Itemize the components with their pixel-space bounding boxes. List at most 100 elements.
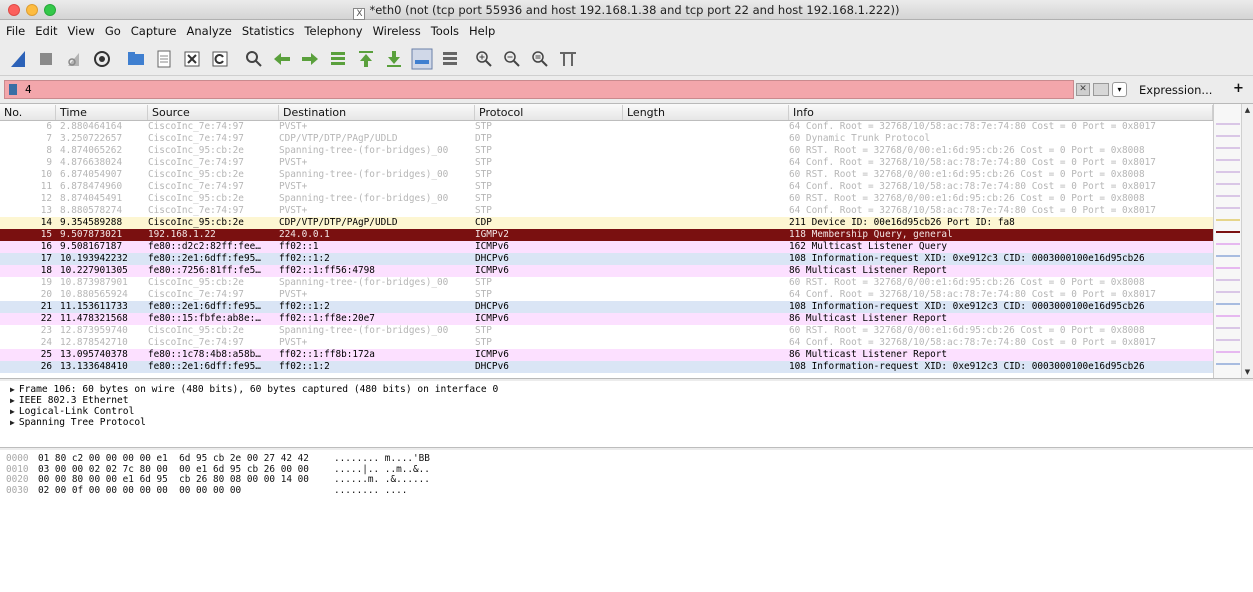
menu-help[interactable]: Help: [469, 24, 495, 38]
minimap-mark: [1216, 183, 1240, 185]
add-filter-button[interactable]: +: [1233, 81, 1244, 96]
packet-cell-no: 15: [40, 229, 52, 240]
column-header-length[interactable]: Length: [623, 105, 789, 120]
shark-fin-start-icon[interactable]: [6, 47, 30, 71]
packet-cell-dst: Spanning-tree-(for-bridges)_00: [279, 193, 449, 204]
back-arrow-icon[interactable]: [270, 47, 294, 71]
apply-filter-icon[interactable]: [1093, 83, 1109, 96]
menu-telephony[interactable]: Telephony: [304, 24, 362, 38]
minimap-mark: [1216, 303, 1240, 305]
packet-cell-proto: STP: [475, 157, 492, 168]
hex-dump-line[interactable]: 0020 00 00 80 00 00 e1 6d 95 cb 26 80 08 …: [6, 474, 1253, 486]
packet-minimap[interactable]: [1213, 104, 1241, 378]
menu-statistics[interactable]: Statistics: [242, 24, 295, 38]
restart-fin-icon[interactable]: [62, 47, 86, 71]
reload-icon[interactable]: [208, 47, 232, 71]
packet-row[interactable]: 26 13.133648410 fe80::2e1:6dff:fe95… ff02::…: [0, 361, 1213, 373]
detail-tree-item[interactable]: ▶ Spanning Tree Protocol: [10, 417, 1253, 428]
column-header-time[interactable]: Time: [56, 105, 148, 120]
go-to-packet-icon[interactable]: [326, 47, 350, 71]
menu-go[interactable]: Go: [105, 24, 121, 38]
auto-scroll-icon[interactable]: [410, 47, 434, 71]
stop-square-icon[interactable]: [34, 47, 58, 71]
last-packet-icon[interactable]: [382, 47, 406, 71]
capture-options-icon[interactable]: [90, 47, 114, 71]
expression-button[interactable]: Expression...: [1139, 83, 1212, 97]
normal-size-icon[interactable]: [528, 47, 552, 71]
detail-tree-item[interactable]: ▶ IEEE 802.3 Ethernet: [10, 395, 1253, 406]
packet-cell-dst: PVST+: [279, 181, 308, 192]
column-header-no[interactable]: No.: [0, 105, 56, 120]
packet-row[interactable]: 21 11.153611733 fe80::2e1:6dff:fe95… ff02::…: [0, 301, 1213, 313]
packet-cell-no: 18: [40, 265, 52, 276]
scroll-up-arrow-icon[interactable]: ▲: [1242, 104, 1253, 116]
detail-text: Logical-Link Control: [18, 406, 135, 417]
packet-row[interactable]: 19 10.873987901 CiscoInc_95:cb:2e Spanning-…: [0, 277, 1213, 289]
packet-cell-src: CiscoInc_95:cb:2e: [148, 145, 244, 156]
packet-row[interactable]: 24 12.878542710 CiscoInc_7e:74:97 PVST+ STP 6…: [0, 337, 1213, 349]
close-file-icon[interactable]: [180, 47, 204, 71]
menu-analyze[interactable]: Analyze: [187, 24, 232, 38]
menu-file[interactable]: File: [6, 24, 25, 38]
packet-row[interactable]: 25 13.095740378 fe80::1c78:4b8:a58b… ff02::…: [0, 349, 1213, 361]
packet-row[interactable]: 12 8.874045491 CiscoInc_95:cb:2e Spanning-t…: [0, 193, 1213, 205]
packet-row[interactable]: 8 4.874065262 CiscoInc_95:cb:2e Spanning-tr…: [0, 145, 1213, 157]
display-filter-input[interactable]: 4: [4, 80, 1074, 99]
filter-history-dropdown-icon[interactable]: ▾: [1112, 82, 1127, 97]
expand-arrow-icon[interactable]: ▶: [10, 395, 15, 406]
packet-cell-info: 162 Multicast Listener Query: [789, 241, 948, 252]
menu-capture[interactable]: Capture: [131, 24, 177, 38]
packet-cell-src: CiscoInc_95:cb:2e: [148, 193, 244, 204]
file-icon[interactable]: [152, 47, 176, 71]
packet-row[interactable]: 13 8.880578274 CiscoInc_7e:74:97 PVST+ STP 64…: [0, 205, 1213, 217]
filter-bookmark-icon[interactable]: [9, 84, 17, 95]
minimap-mark: [1216, 219, 1240, 221]
packet-row[interactable]: 11 6.878474960 CiscoInc_7e:74:97 PVST+ STP 64…: [0, 181, 1213, 193]
scroll-down-arrow-icon[interactable]: ▼: [1242, 366, 1253, 378]
find-icon[interactable]: [242, 47, 266, 71]
packet-row[interactable]: 18 10.227901305 fe80::7256:81ff:fe5… ff02::…: [0, 265, 1213, 277]
packet-cell-no: 21: [40, 301, 52, 312]
packet-row[interactable]: 14 9.354589288 CiscoInc_95:cb:2e CDP/VTP/DT…: [0, 217, 1213, 229]
packet-cell-info: 64 Conf. Root = 32768/10/58:ac:78:7e:74:…: [789, 337, 1156, 348]
packet-cell-dst: ff02::1:ff8b:172a: [279, 349, 375, 360]
hex-dump-line[interactable]: 0000 01 80 c2 00 00 00 00 e1 6d 95 cb 2e …: [6, 453, 1253, 465]
expand-arrow-icon[interactable]: ▶: [10, 406, 15, 417]
first-packet-icon[interactable]: [354, 47, 378, 71]
column-header-info[interactable]: Info: [789, 105, 1213, 120]
packet-cell-dst: Spanning-tree-(for-bridges)_00: [279, 169, 449, 180]
expand-arrow-icon[interactable]: ▶: [10, 417, 15, 428]
forward-arrow-icon[interactable]: [298, 47, 322, 71]
expand-arrow-icon[interactable]: ▶: [10, 384, 15, 395]
packet-row[interactable]: 9 4.876638024 CiscoInc_7e:74:97 PVST+ STP 64 …: [0, 157, 1213, 169]
hex-dump-line[interactable]: 0030 02 00 0f 00 00 00 00 00 00 00 00 00.…: [6, 485, 1253, 497]
zoom-out-icon[interactable]: [500, 47, 524, 71]
packet-cell-src: fe80::15:fbfe:ab8e:…: [148, 313, 261, 324]
column-header-destination[interactable]: Destination: [279, 105, 475, 120]
colorize-icon[interactable]: [438, 47, 462, 71]
resize-columns-icon[interactable]: [556, 47, 580, 71]
packet-cell-dst: PVST+: [279, 157, 308, 168]
detail-tree-item[interactable]: ▶ Frame 106: 60 bytes on wire (480 bits),…: [10, 384, 1253, 395]
packet-row[interactable]: 23 12.873959740 CiscoInc_95:cb:2e Spanning-…: [0, 325, 1213, 337]
menu-tools[interactable]: Tools: [431, 24, 459, 38]
clear-filter-icon[interactable]: ✕: [1076, 83, 1090, 96]
packet-cell-proto: STP: [475, 289, 492, 300]
packet-row[interactable]: 22 11.478321568 fe80::15:fbfe:ab8e:… ff02::…: [0, 313, 1213, 325]
menu-view[interactable]: View: [68, 24, 95, 38]
packet-list-scrollbar[interactable]: ▲ ▼: [1241, 104, 1253, 378]
packet-row[interactable]: 10 6.874054907 CiscoInc_95:cb:2e Spanning-t…: [0, 169, 1213, 181]
menu-edit[interactable]: Edit: [35, 24, 57, 38]
packet-row[interactable]: 20 10.880565924 CiscoInc_7e:74:97 PVST+ STP 6…: [0, 289, 1213, 301]
packet-row[interactable]: 16 9.508167187 fe80::d2c2:82ff:fee… ff02::1…: [0, 241, 1213, 253]
packet-row[interactable]: 15 9.507873021 192.168.1.22 224.0.0.1 IGMPv2…: [0, 229, 1213, 241]
column-header-protocol[interactable]: Protocol: [475, 105, 623, 120]
packet-row[interactable]: 7 3.250722657 CiscoInc_7e:74:97 CDP/VTP/DTP…: [0, 133, 1213, 145]
packet-row[interactable]: 17 10.193942232 fe80::2e1:6dff:fe95… ff02::…: [0, 253, 1213, 265]
open-folder-icon[interactable]: [124, 47, 148, 71]
menu-wireless[interactable]: Wireless: [373, 24, 421, 38]
packet-row[interactable]: 6 2.880464164 CiscoInc_7e:74:97 PVST+ STP 64 …: [0, 121, 1213, 133]
detail-tree-item[interactable]: ▶ Logical-Link Control: [10, 406, 1253, 417]
zoom-in-icon[interactable]: [472, 47, 496, 71]
column-header-source[interactable]: Source: [148, 105, 279, 120]
